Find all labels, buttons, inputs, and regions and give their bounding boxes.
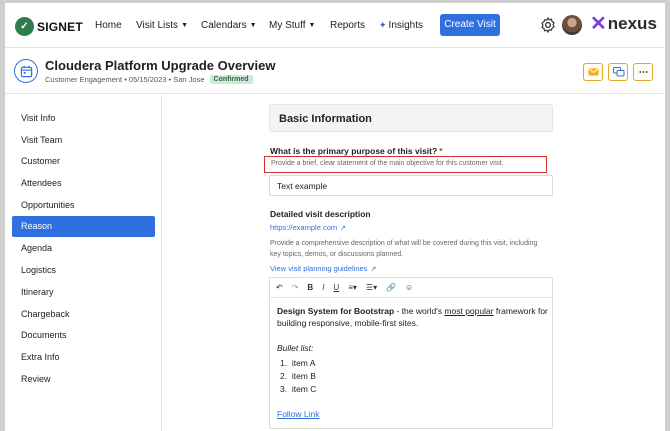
editor-paragraph: Design System for Bootstrap - the world'… xyxy=(277,305,549,329)
chat-icon xyxy=(613,67,625,77)
list-item: 2. item B xyxy=(280,371,316,381)
nav-home[interactable]: Home xyxy=(95,20,122,31)
external-link-icon: ↗ xyxy=(340,225,346,232)
calendar-icon xyxy=(20,65,33,78)
sidebar-item-review[interactable]: Review xyxy=(12,369,155,390)
list-item-text: item C xyxy=(291,384,317,394)
gear-icon[interactable] xyxy=(539,16,557,34)
visit-meta: Customer Engagement • 05/15/2023 • San J… xyxy=(45,75,253,84)
section-title: Basic Information xyxy=(279,113,372,125)
nav-insights[interactable]: ✦ Insights xyxy=(379,20,423,31)
sidebar-item-visit-team[interactable]: Visit Team xyxy=(12,130,155,151)
nav-label: Reports xyxy=(330,20,366,31)
follow-link[interactable]: Follow Link xyxy=(277,409,320,419)
app-window: ✓ SIGNET Home Visit Lists ▼ Calendars ▼ My… xyxy=(5,3,665,431)
highlight-box: Provide a brief, clear statement of the … xyxy=(264,156,547,173)
guidelines-link[interactable]: View visit planning guidelines ↗ xyxy=(270,264,376,273)
required-mark: * xyxy=(439,146,443,156)
status-badge: Confirmed xyxy=(209,75,253,84)
section-header: Basic Information xyxy=(269,104,553,132)
editor-toolbar: ↶ ↷ B I U ≡▾ ☰▾ 🔗 ☺ xyxy=(270,278,552,298)
chat-button[interactable] xyxy=(608,63,628,81)
logo-text: SIGNET xyxy=(37,19,83,34)
nav-label: Visit Lists xyxy=(136,20,179,31)
sidebar-item-agenda[interactable]: Agenda xyxy=(12,238,155,259)
redo-icon[interactable]: ↷ xyxy=(292,283,299,292)
caret-down-icon: ▼ xyxy=(181,22,188,29)
bold-icon[interactable]: B xyxy=(307,283,313,292)
nav-calendars[interactable]: Calendars ▼ xyxy=(201,20,257,31)
caret-down-icon: ▼ xyxy=(308,22,316,29)
underline-icon[interactable]: U xyxy=(333,283,339,292)
description-help: Provide a comprehensive description of w… xyxy=(270,240,538,258)
caret-down-icon: ▼ xyxy=(249,22,257,29)
sidebar-item-customer[interactable]: Customer xyxy=(12,151,155,172)
sidebar-item-itinerary[interactable]: Itinerary xyxy=(12,282,155,303)
sidebar-item-opportunities[interactable]: Opportunities xyxy=(12,195,155,216)
nav-label: My Stuff xyxy=(269,20,306,31)
list-item-text: item A xyxy=(291,358,316,368)
create-visit-button[interactable]: Create Visit xyxy=(440,14,500,36)
nav-visit-lists[interactable]: Visit Lists ▼ xyxy=(136,20,188,31)
nav-my-stuff[interactable]: My Stuff ▼ xyxy=(269,20,315,31)
main-content: Basic Information What is the primary pu… xyxy=(163,95,665,431)
rich-text-editor[interactable]: ↶ ↷ B I U ≡▾ ☰▾ 🔗 ☺ Design System for Bo… xyxy=(269,277,553,429)
bullet-list-icon[interactable]: ☰▾ xyxy=(366,283,377,292)
nexus-x-icon: ✕ xyxy=(590,13,607,35)
sidebar-item-chargeback[interactable]: Chargeback xyxy=(12,304,155,325)
signet-logo[interactable]: ✓ SIGNET xyxy=(15,17,83,36)
email-icon xyxy=(588,68,599,76)
signet-logo-icon: ✓ xyxy=(15,17,34,36)
calendar-button[interactable] xyxy=(14,59,38,83)
purpose-label: What is the primary purpose of this visi… xyxy=(270,146,443,156)
sidebar-item-visit-info[interactable]: Visit Info xyxy=(12,108,155,129)
nav-label: Calendars xyxy=(201,20,247,31)
example-link[interactable]: https://example.com ↗ xyxy=(270,223,346,232)
visit-meta-text: Customer Engagement • 05/15/2023 • San J… xyxy=(45,75,205,84)
list-item: 1. item A xyxy=(280,358,316,368)
sparkle-icon: ✦ xyxy=(379,20,387,30)
sidebar-item-logistics[interactable]: Logistics xyxy=(12,260,155,281)
emoji-icon[interactable]: ☺ xyxy=(405,283,413,292)
sidebar-item-attendees[interactable]: Attendees xyxy=(12,173,155,194)
sidebar-item-extra-info[interactable]: Extra Info xyxy=(12,347,155,368)
list-item: 3. item C xyxy=(280,384,317,394)
undo-icon[interactable]: ↶ xyxy=(276,283,283,292)
italic-icon[interactable]: I xyxy=(322,283,324,292)
purpose-label-text: What is the primary purpose of this visi… xyxy=(270,146,438,156)
nexus-logo: ✕ nexus xyxy=(590,13,657,35)
nav-label: Home xyxy=(95,20,122,31)
editor-underlined-text: most popular xyxy=(444,306,494,316)
example-link-text: https://example.com xyxy=(270,223,338,232)
sidebar-item-reason[interactable]: Reason xyxy=(12,216,155,237)
page-title: Cloudera Platform Upgrade Overview xyxy=(45,58,276,73)
editor-text: - the world's xyxy=(394,306,445,316)
nav-reports[interactable]: Reports xyxy=(330,20,365,31)
email-button[interactable] xyxy=(583,63,603,81)
sidebar: Visit Info Visit Team Customer Attendees… xyxy=(5,95,162,431)
external-link-icon: ↗ xyxy=(370,266,377,273)
top-nav: ✓ SIGNET Home Visit Lists ▼ Calendars ▼ My… xyxy=(5,3,665,48)
nav-label: Insights xyxy=(388,20,424,31)
sidebar-item-documents[interactable]: Documents xyxy=(12,325,155,346)
purpose-hint: Provide a brief, clear statement of the … xyxy=(271,160,504,167)
brand-text: nexus xyxy=(607,14,657,33)
editor-list-title: Bullet list: xyxy=(277,343,314,353)
user-avatar[interactable] xyxy=(562,15,582,35)
ordered-list-icon[interactable]: ≡▾ xyxy=(348,283,357,292)
more-button[interactable] xyxy=(633,63,653,81)
purpose-input[interactable]: Text example xyxy=(269,175,553,196)
guidelines-link-text: View visit planning guidelines xyxy=(270,264,368,273)
more-icon xyxy=(639,71,648,73)
description-label: Detailed visit description xyxy=(270,209,371,219)
list-item-text: item B xyxy=(291,371,316,381)
editor-bold-text: Design System for Bootstrap xyxy=(277,306,395,316)
visit-header: Cloudera Platform Upgrade Overview Custo… xyxy=(5,49,665,94)
link-icon[interactable]: 🔗 xyxy=(386,283,396,292)
